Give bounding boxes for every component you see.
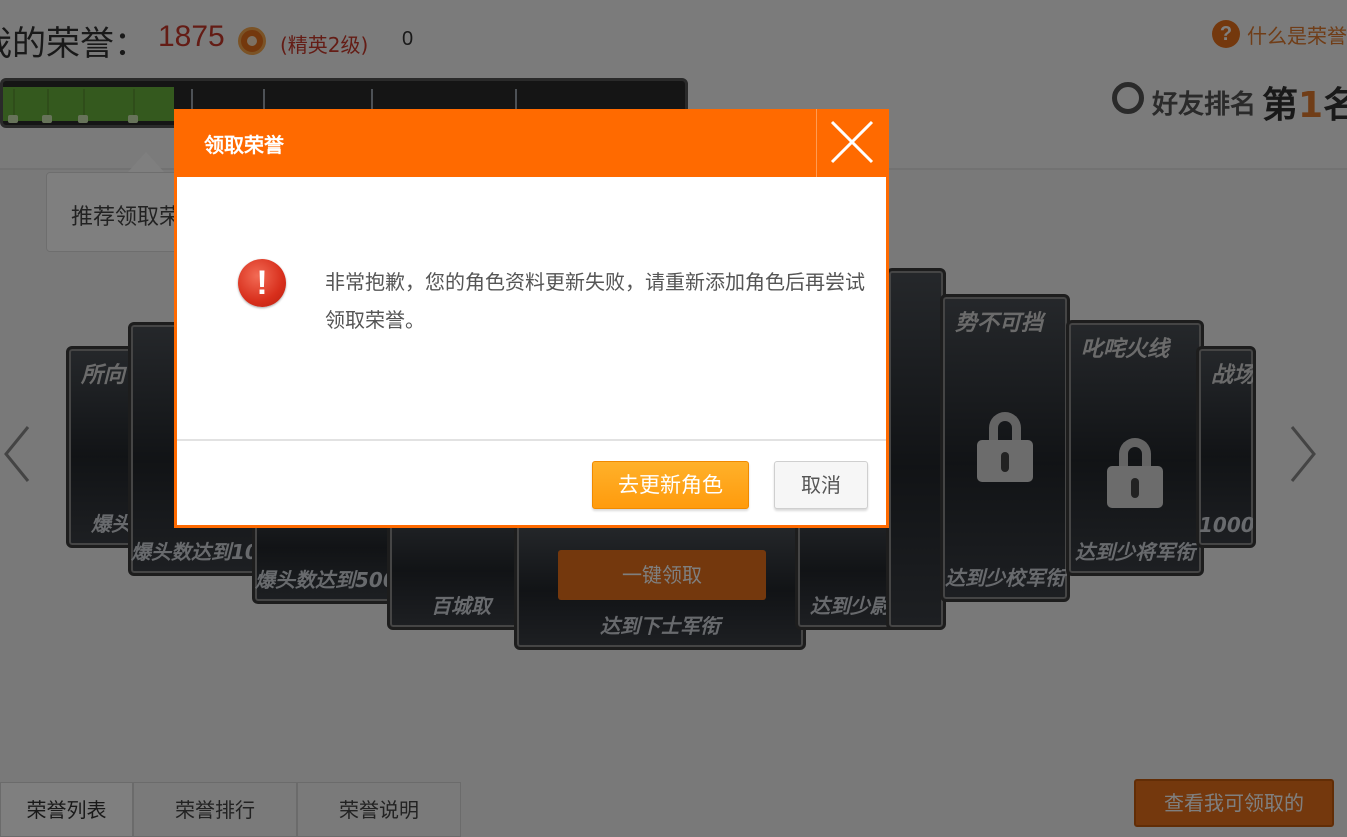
dialog-title: 领取荣誉 (204, 133, 284, 157)
claim-honor-dialog: 领取荣誉 ! 非常抱歉，您的角色资料更新失败，请重新添加角色后再尝试领取荣誉。 … (174, 109, 889, 528)
dialog-message: 非常抱歉，您的角色资料更新失败，请重新添加角色后再尝试领取荣誉。 (325, 270, 865, 332)
dialog-footer: 去更新角色 取消 (177, 439, 886, 525)
cancel-button[interactable]: 取消 (774, 461, 868, 509)
dialog-body: ! 非常抱歉，您的角色资料更新失败，请重新添加角色后再尝试领取荣誉。 (177, 177, 886, 439)
warning-icon: ! (238, 259, 286, 307)
close-icon (830, 120, 874, 164)
dialog-header: 领取荣誉 (174, 109, 889, 177)
update-role-button[interactable]: 去更新角色 (592, 461, 749, 509)
close-button[interactable] (816, 109, 889, 177)
